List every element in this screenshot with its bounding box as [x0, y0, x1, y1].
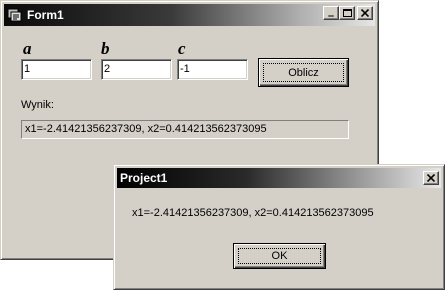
dialog-titlebar[interactable]: Project1: [117, 168, 441, 188]
dialog-title: Project1: [120, 171, 168, 185]
form1-caption-buttons: _: [323, 4, 373, 20]
maximize-glyph: [342, 9, 352, 17]
oblicz-button[interactable]: Oblicz: [258, 58, 349, 87]
ok-focus-rect: [238, 248, 321, 264]
minimize-icon[interactable]: _: [323, 4, 339, 20]
project1-dialog: Project1 x1=-2.41421356237309, x2=0.4142…: [113, 164, 445, 290]
form1-titlebar[interactable]: Form1 _: [4, 4, 375, 26]
result-value: x1=-2.41421356237309, x2=0.4142135623730…: [21, 120, 349, 139]
dialog-message: x1=-2.41421356237309, x2=0.4142135623730…: [132, 207, 374, 219]
input-a[interactable]: 1: [21, 59, 92, 80]
close-icon[interactable]: [357, 6, 373, 20]
input-c[interactable]: -1: [177, 59, 248, 80]
input-b[interactable]: 2: [101, 59, 172, 80]
app-icon[interactable]: [7, 7, 23, 23]
dialog-close-icon[interactable]: [423, 171, 439, 185]
dialog-caption-buttons: [423, 171, 439, 185]
ok-button[interactable]: OK: [233, 243, 326, 269]
label-a: a: [23, 39, 32, 58]
close-glyph: [361, 9, 369, 17]
result-label: Wynik:: [21, 99, 54, 111]
form1-title: Form1: [27, 8, 64, 22]
minimize-glyph: _: [328, 4, 334, 17]
dialog-close-glyph: [427, 174, 435, 182]
focus-rect: [263, 63, 344, 82]
label-b: b: [101, 39, 110, 58]
label-c: c: [178, 39, 186, 58]
maximize-icon[interactable]: [339, 6, 355, 20]
